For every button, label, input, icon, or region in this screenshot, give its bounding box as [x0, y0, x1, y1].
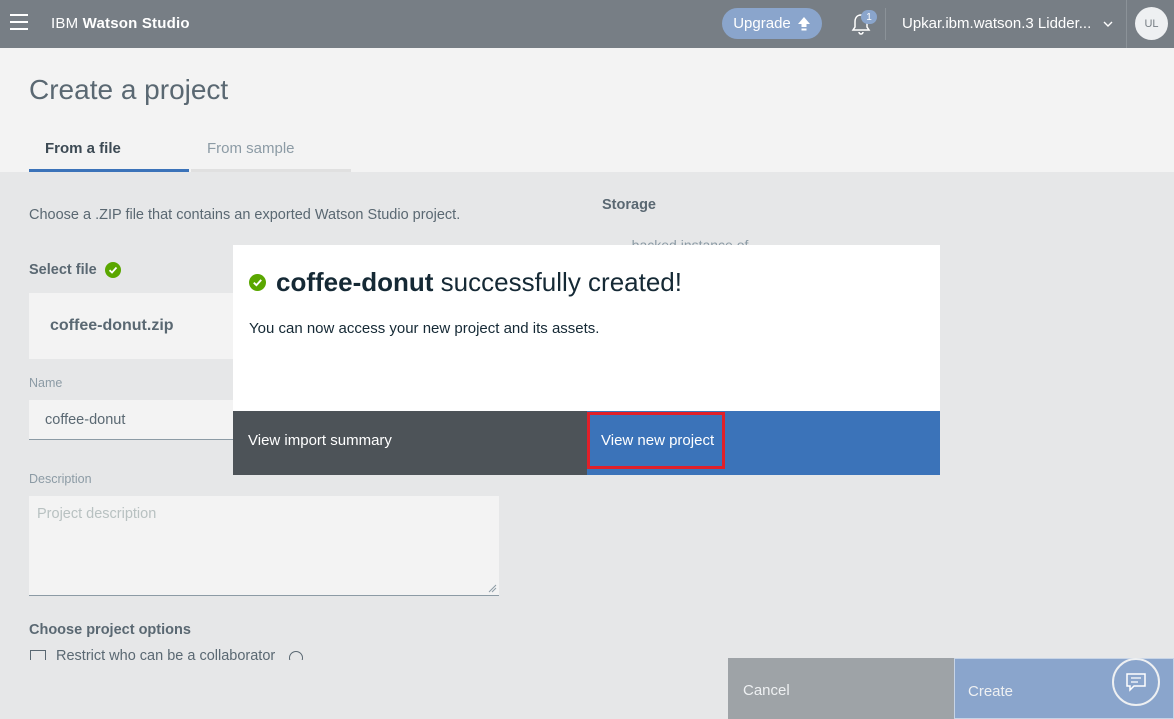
upgrade-label: Upgrade: [733, 15, 791, 32]
app-brand[interactable]: IBM Watson Studio: [51, 15, 190, 32]
storage-heading: Storage: [602, 197, 656, 213]
chat-button[interactable]: [1112, 658, 1160, 706]
project-options-label: Choose project options: [29, 622, 191, 638]
success-check-icon: [249, 274, 266, 291]
choose-file-instructions: Choose a .ZIP file that contains an expo…: [29, 207, 461, 223]
brand-name: Watson Studio: [82, 15, 190, 32]
resize-grip-icon[interactable]: [488, 584, 497, 593]
name-label: Name: [29, 376, 63, 390]
name-field[interactable]: [29, 400, 239, 440]
info-icon[interactable]: [289, 651, 304, 660]
chevron-down-icon: [1103, 21, 1113, 27]
top-bar: IBM Watson Studio Upgrade 1 Upkar.ibm.wa…: [0, 0, 1174, 48]
description-field[interactable]: [29, 496, 499, 596]
restrict-checkbox[interactable]: [30, 650, 46, 660]
description-label: Description: [29, 472, 92, 486]
success-modal: coffee-donut successfully created! You c…: [233, 245, 940, 475]
modal-body: You can now access your new project and …: [249, 320, 600, 337]
restrict-label: Restrict who can be a collaborator: [56, 648, 276, 660]
notifications-button[interactable]: 1: [840, 8, 886, 40]
modal-title-suffix: successfully created!: [440, 267, 682, 297]
restrict-collaborator-option[interactable]: Restrict who can be a collaborator: [30, 648, 304, 660]
select-file-text: Select file: [29, 262, 97, 278]
page-title: Create a project: [29, 74, 229, 105]
view-import-summary-button[interactable]: View import summary: [233, 411, 587, 475]
selected-file-box[interactable]: coffee-donut.zip: [29, 293, 239, 359]
cancel-button[interactable]: Cancel: [728, 658, 954, 719]
select-file-label: Select file: [29, 262, 121, 278]
account-switcher[interactable]: Upkar.ibm.watson.3 Lidder...: [902, 15, 1113, 32]
tab-from-sample[interactable]: From sample: [191, 140, 351, 172]
notification-badge: 1: [861, 10, 877, 24]
avatar[interactable]: UL: [1135, 7, 1168, 40]
page-header: Create a project From a file From sample: [0, 48, 1174, 172]
upgrade-button[interactable]: Upgrade: [722, 8, 822, 39]
checkmark-circle-icon: [104, 262, 121, 278]
chat-icon: [1126, 673, 1146, 692]
divider: [1126, 0, 1127, 48]
tab-from-a-file[interactable]: From a file: [29, 140, 189, 172]
view-new-project-button[interactable]: View new project: [587, 411, 940, 475]
account-name: Upkar.ibm.watson.3 Lidder...: [902, 15, 1092, 32]
brand-prefix: IBM: [51, 15, 79, 32]
hamburger-menu-icon[interactable]: [10, 14, 28, 32]
modal-footer: View import summary View new project: [233, 411, 940, 475]
upload-arrow-icon: [797, 16, 810, 30]
modal-title: coffee-donut successfully created!: [249, 267, 682, 298]
view-new-project-label: View new project: [601, 432, 715, 449]
project-name: coffee-donut: [276, 267, 434, 297]
selected-file-name: coffee-donut.zip: [50, 317, 174, 334]
